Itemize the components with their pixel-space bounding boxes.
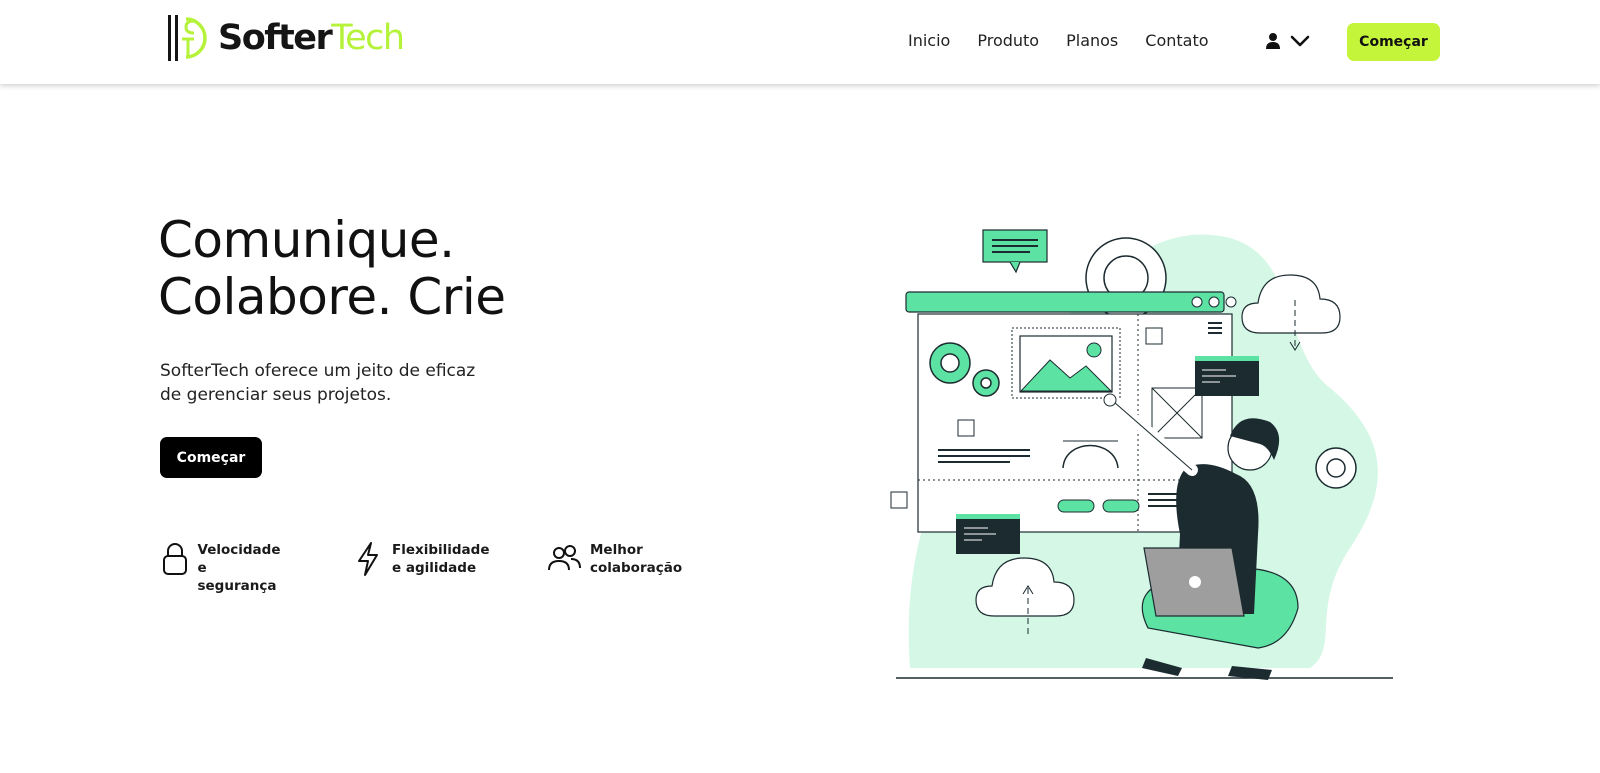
code-panel	[1195, 356, 1259, 396]
chevron-down-icon[interactable]	[1289, 34, 1311, 48]
feature-speed-security: Velocidade e segurança	[160, 541, 283, 595]
users-icon	[548, 545, 581, 571]
feature-flexibility: Flexibilidade e agilidade	[352, 541, 489, 577]
lock-icon	[162, 543, 187, 575]
gear-icon	[929, 342, 971, 384]
main-nav: Inicio Produto Planos Contato	[908, 30, 1236, 52]
chat-bubble-icon	[982, 229, 1048, 274]
feature-2-line2: e agilidade	[392, 560, 477, 576]
lightning-icon	[358, 542, 378, 576]
nav-item-contato[interactable]: Contato	[1145, 30, 1208, 52]
header-start-button[interactable]: Começar	[1347, 23, 1440, 61]
hero-start-button[interactable]: Começar	[160, 437, 262, 478]
nav-item-produto[interactable]: Produto	[977, 30, 1039, 52]
feature-1-line1: Velocidade	[197, 542, 281, 558]
user-icon[interactable]	[1265, 32, 1281, 50]
logo-mark-icon	[168, 15, 207, 61]
feature-collaboration: Melhor colaboração	[546, 541, 682, 577]
feature-1-line2: e segurança	[197, 560, 277, 594]
hero-title: Comunique. Colabore. Crie	[158, 212, 506, 326]
hero-subtitle-line1: SofterTech oferece um jeito de eficaz	[160, 361, 476, 381]
user-menu[interactable]	[1265, 32, 1311, 50]
feature-3-line1: Melhor	[590, 542, 643, 558]
brand-name: SofterTech	[218, 17, 405, 58]
brand-name-part2: Tech	[331, 17, 405, 58]
code-panel-bottom	[956, 514, 1020, 554]
feature-3-line2: colaboração	[590, 560, 683, 576]
feature-2-line1: Flexibilidade	[392, 542, 490, 558]
hero-title-line1: Comunique.	[158, 211, 455, 269]
nav-item-planos[interactable]: Planos	[1066, 30, 1118, 52]
hero-illustration	[890, 229, 1393, 680]
brand-logo[interactable]: SofterTech	[166, 13, 405, 63]
nav-item-inicio[interactable]: Inicio	[908, 30, 950, 52]
brand-name-part1: Softer	[218, 17, 333, 58]
hero-title-line2: Colabore. Crie	[158, 268, 506, 326]
hero-subtitle: SofterTech oferece um jeito de eficaz de…	[160, 359, 540, 407]
hero-subtitle-line2: de gerenciar seus projetos.	[160, 385, 392, 405]
site-header: SofterTech Inicio Produto Planos Contato…	[0, 0, 1600, 84]
image-placeholder-icon	[1011, 327, 1121, 399]
outline-gear-icon	[1315, 447, 1357, 489]
small-gear-icon	[972, 369, 1000, 397]
